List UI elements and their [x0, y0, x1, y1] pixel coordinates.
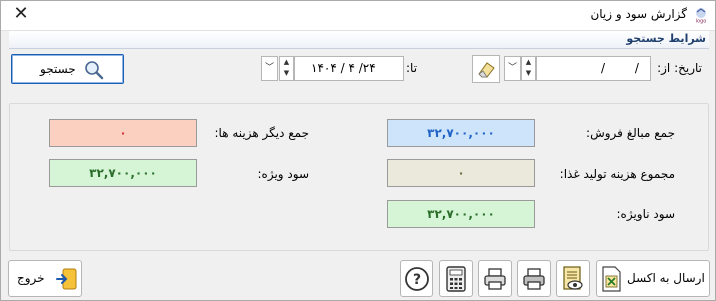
help-button[interactable]: ?	[400, 260, 433, 297]
search-conditions-header: شرایط جستجو	[9, 31, 709, 49]
net-profit-field: ۳۲,۷۰۰,۰۰۰	[49, 159, 197, 187]
exit-door-icon	[56, 268, 77, 289]
calculator-button[interactable]	[439, 260, 473, 297]
total-sales-label: جمع مبالغ فروش:	[586, 126, 675, 140]
window-title: گزارش سود و زیان	[590, 7, 687, 21]
other-costs-label: جمع دیگر هزینه ها:	[214, 126, 310, 140]
food-cost-field: ۰	[387, 159, 535, 187]
report-window: logo گزارش سود و زیان ✕ شرایط جستجو تاری…	[0, 0, 716, 301]
gross-profit-label: سود ناویژه:	[616, 207, 676, 221]
date-to-dropdown-button[interactable]: ﹀	[261, 56, 278, 81]
close-button[interactable]: ✕	[9, 4, 33, 26]
gross-profit-field: ۳۲,۷۰۰,۰۰۰	[387, 200, 535, 228]
printer-icon	[484, 267, 506, 290]
exit-button[interactable]: خروج	[8, 260, 82, 297]
date-from-spinner[interactable]: ▲ ▼	[521, 56, 536, 81]
section-title: شرایط جستجو	[626, 32, 706, 45]
clear-date-button[interactable]	[472, 55, 500, 83]
title-bar: logo گزارش سود و زیان ✕	[1, 1, 715, 31]
svg-text:?: ?	[412, 272, 420, 288]
printer-icon	[523, 267, 545, 290]
total-sales-field: ۳۲,۷۰۰,۰۰۰	[387, 119, 535, 147]
food-cost-label: مجموع هزینه تولید غذا:	[559, 167, 675, 181]
calculator-icon	[446, 265, 466, 292]
report-view-button[interactable]	[556, 260, 590, 297]
print-button[interactable]	[517, 260, 551, 297]
date-to-input[interactable]: ۱۴۰۴ / ۴ /۲۴	[294, 56, 404, 81]
date-from-dropdown-button[interactable]: ﹀	[504, 56, 521, 81]
excel-icon	[602, 265, 621, 292]
help-icon: ?	[404, 266, 429, 291]
export-excel-button[interactable]: ارسال به اکسل	[596, 260, 710, 297]
report-view-icon	[563, 265, 583, 290]
eraser-icon	[478, 62, 495, 78]
spin-down-icon[interactable]: ▼	[280, 68, 293, 79]
spin-up-icon[interactable]: ▲	[522, 57, 535, 68]
spin-up-icon[interactable]: ▲	[280, 57, 293, 68]
spin-down-icon[interactable]: ▼	[522, 68, 535, 79]
search-button[interactable]: جستجو	[11, 54, 124, 84]
net-profit-label: سود ویژه:	[257, 167, 310, 181]
other-costs-field: ۰	[49, 119, 197, 147]
date-from-input[interactable]: / /	[536, 56, 651, 81]
chevron-down-icon: ﹀	[507, 63, 517, 73]
print-preview-button[interactable]	[478, 260, 512, 297]
date-from-label: تاریخ: از:	[657, 61, 702, 75]
date-to-spinner[interactable]: ▲ ▼	[279, 56, 294, 81]
magnifier-icon	[85, 61, 104, 80]
app-logo-icon: logo	[696, 8, 707, 25]
date-to-label: تا:	[406, 61, 418, 75]
chevron-down-icon: ﹀	[264, 63, 274, 73]
svg-text:logo: logo	[696, 19, 707, 25]
